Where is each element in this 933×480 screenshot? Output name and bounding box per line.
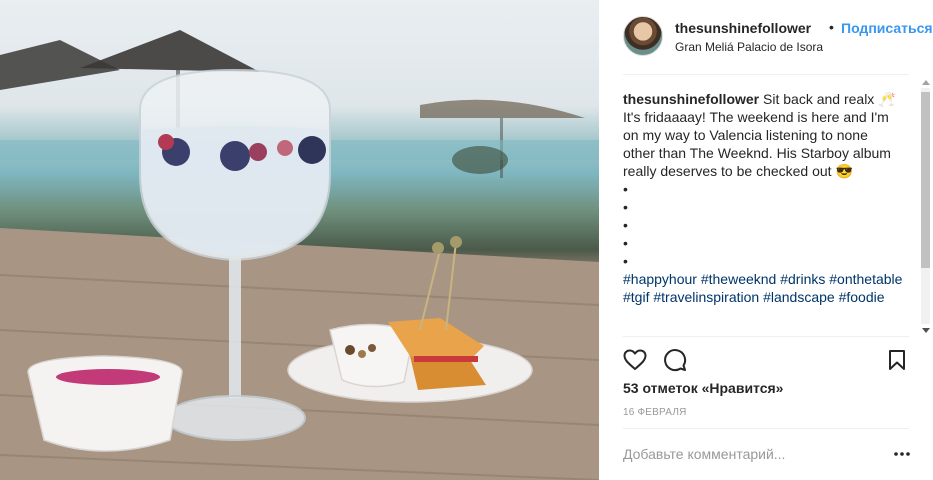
comment-input[interactable] (623, 444, 873, 464)
post-photo[interactable] (0, 0, 599, 480)
divider (623, 74, 909, 75)
photo-illustration (0, 30, 599, 480)
more-options-button[interactable] (891, 444, 913, 464)
divider (623, 336, 909, 337)
comment-button[interactable] (661, 346, 689, 374)
divider (623, 428, 909, 429)
location-link[interactable]: Gran Meliá Palacio de Isora (675, 40, 823, 54)
bookmark-icon (889, 350, 905, 370)
caption-username[interactable]: thesunshinefollower (623, 91, 759, 107)
caption-bullet: • (623, 235, 628, 251)
post-details-panel: thesunshinefollower • Подписаться Gran M… (599, 0, 933, 480)
action-bar (621, 346, 913, 374)
like-button[interactable] (621, 346, 649, 374)
caption-scrollbar[interactable] (919, 78, 931, 336)
caption-hashtags[interactable]: #happyhour #theweeknd #drinks #onthetabl… (623, 271, 902, 305)
username-link[interactable]: thesunshinefollower (675, 20, 811, 36)
comment-bubble-icon (664, 349, 687, 372)
caption-bullet: • (623, 199, 628, 215)
caption-bullet: • (623, 217, 628, 233)
heart-icon (623, 349, 647, 370)
post-header: thesunshinefollower • Подписаться Gran M… (623, 16, 933, 58)
caption-bullet: • (623, 181, 628, 197)
likes-count[interactable]: 53 отметок «Нравится» (623, 380, 783, 396)
scroll-down-arrow-icon[interactable] (922, 328, 930, 333)
separator-dot: • (829, 19, 834, 35)
save-button[interactable] (883, 346, 911, 374)
scroll-up-arrow-icon[interactable] (922, 80, 930, 85)
follow-button[interactable]: Подписаться (841, 20, 933, 36)
post-date[interactable]: 16 ФЕВРАЛЯ (623, 407, 687, 418)
scroll-thumb[interactable] (921, 92, 930, 268)
caption: thesunshinefollower Sit back and realx 🥂… (623, 90, 903, 306)
ellipsis-icon (894, 452, 910, 456)
caption-area: thesunshinefollower Sit back and realx 🥂… (623, 90, 913, 334)
caption-bullet: • (623, 253, 628, 269)
avatar[interactable] (623, 16, 663, 56)
